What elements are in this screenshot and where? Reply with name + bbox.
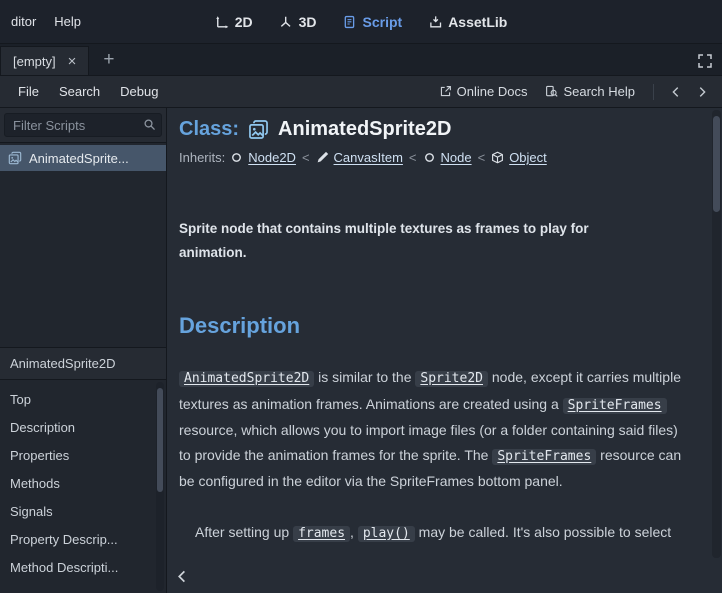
member-item-methods[interactable]: Methods: [0, 469, 166, 497]
workspace-2d-button[interactable]: 2D: [204, 8, 264, 36]
menu-help[interactable]: Help: [45, 8, 90, 35]
canvasitem-icon: [316, 151, 329, 164]
documentation-panel: Class: AnimatedSprite2D Inherits: Node2D…: [167, 108, 722, 593]
online-docs-label: Online Docs: [457, 84, 528, 99]
workspace-assetlib-button[interactable]: AssetLib: [417, 8, 518, 36]
menu-debug[interactable]: Debug: [110, 79, 168, 104]
script-tab-bar: [empty] × +: [0, 44, 722, 76]
menu-file[interactable]: File: [8, 79, 49, 104]
doc-text: may be called. It's also possible to sel…: [415, 524, 671, 540]
script-icon: [343, 15, 357, 29]
inherits-row: Inherits: Node2D < CanvasItem < Node <: [179, 150, 692, 165]
inherits-link-canvasitem[interactable]: CanvasItem: [334, 150, 403, 165]
distraction-free-button[interactable]: [696, 52, 714, 70]
menu-search[interactable]: Search: [49, 79, 110, 104]
code-link-spriteframes[interactable]: SpriteFrames: [563, 398, 667, 414]
chevron-left-icon: [669, 85, 683, 99]
add-tab-button[interactable]: +: [95, 46, 122, 73]
class-brief-description: Sprite node that contains multiple textu…: [179, 217, 649, 265]
workspace-3d-button[interactable]: 3D: [268, 8, 328, 36]
filter-row: [0, 108, 166, 142]
inherits-separator: <: [408, 150, 418, 165]
members-scrollbar-thumb[interactable]: [157, 388, 163, 492]
script-editor-body: AnimatedSprite... AnimatedSprite2D Top D…: [0, 108, 722, 593]
member-item-properties[interactable]: Properties: [0, 441, 166, 469]
script-tab-empty[interactable]: [empty] ×: [0, 46, 89, 75]
search-help-button[interactable]: Search Help: [537, 80, 643, 103]
inherits-separator: <: [477, 150, 487, 165]
3d-axes-icon: [279, 15, 293, 29]
inherits-link-node[interactable]: Node: [441, 150, 472, 165]
history-forward-button[interactable]: [690, 82, 714, 102]
object-cube-icon: [491, 151, 504, 164]
history-back-button[interactable]: [664, 82, 688, 102]
workspace-script-label: Script: [363, 14, 403, 30]
members-panel-title: AnimatedSprite2D: [10, 356, 116, 371]
online-docs-button[interactable]: Online Docs: [431, 80, 536, 103]
doc-search-icon: [545, 85, 558, 98]
chevron-left-icon: [175, 569, 190, 584]
member-item-top[interactable]: Top: [0, 385, 166, 413]
workspace-3d-label: 3D: [299, 14, 317, 30]
assetlib-download-icon: [428, 15, 442, 29]
animated-sprite-frames-icon: [8, 151, 22, 165]
doc-scroll-region: Class: AnimatedSprite2D Inherits: Node2D…: [167, 108, 722, 560]
open-scripts-list: AnimatedSprite...: [0, 142, 166, 348]
member-item-signals[interactable]: Signals: [0, 497, 166, 525]
node2d-icon: [230, 151, 243, 164]
code-link-play[interactable]: play(): [358, 526, 415, 542]
script-tab-label: [empty]: [13, 54, 56, 69]
doc-scrollbar-thumb[interactable]: [713, 116, 720, 212]
animated-sprite2d-class-icon: [248, 119, 269, 140]
workspace-assetlib-label: AssetLib: [448, 14, 507, 30]
chevron-right-icon: [695, 85, 709, 99]
inherits-link-node2d[interactable]: Node2D: [248, 150, 296, 165]
description-paragraph: AnimatedSprite2D is similar to the Sprit…: [179, 365, 692, 494]
description-heading: Description: [179, 313, 692, 339]
divider: [653, 84, 654, 100]
inherits-link-object[interactable]: Object: [509, 150, 547, 165]
node-icon: [423, 151, 436, 164]
script-editor-menu-bar: File Search Debug Online Docs Search Hel…: [0, 76, 722, 108]
expand-icon: [697, 53, 713, 69]
members-panel-header: AnimatedSprite2D: [0, 348, 166, 380]
doc-text: is similar to the: [314, 369, 415, 385]
editor-top-bar: ditor Help 2D 3D Script AssetLib: [0, 0, 722, 44]
script-item-label: AnimatedSprite...: [29, 151, 129, 166]
member-item-description[interactable]: Description: [0, 413, 166, 441]
doc-text: After setting up: [195, 524, 293, 540]
inherits-label: Inherits:: [179, 150, 225, 165]
search-icon: [143, 118, 156, 131]
class-title-row: Class: AnimatedSprite2D: [179, 118, 692, 141]
class-name: AnimatedSprite2D: [278, 118, 451, 141]
top-menu-group: ditor Help: [0, 8, 90, 35]
code-link-frames[interactable]: frames: [293, 526, 350, 542]
workspace-2d-label: 2D: [235, 14, 253, 30]
code-link-animatedsprite2d[interactable]: AnimatedSprite2D: [179, 371, 314, 387]
search-help-label: Search Help: [563, 84, 635, 99]
menu-editor[interactable]: ditor: [2, 8, 45, 35]
code-link-sprite2d[interactable]: Sprite2D: [415, 371, 488, 387]
bottom-panel-bar: [167, 560, 722, 593]
doc-text: ,: [350, 524, 358, 540]
filter-scripts-input[interactable]: [4, 113, 162, 137]
class-label: Class:: [179, 118, 239, 141]
workspace-switcher: 2D 3D Script AssetLib: [204, 0, 519, 43]
expand-bottom-panel-button[interactable]: [171, 565, 194, 588]
members-list: Top Description Properties Methods Signa…: [0, 380, 166, 593]
scripts-sidebar: AnimatedSprite... AnimatedSprite2D Top D…: [0, 108, 167, 593]
external-link-icon: [439, 85, 452, 98]
member-item-method-descriptions[interactable]: Method Descripti...: [0, 553, 166, 581]
inherits-separator: <: [301, 150, 311, 165]
code-link-spriteframes[interactable]: SpriteFrames: [492, 449, 596, 465]
tab-close-icon[interactable]: ×: [66, 53, 79, 70]
member-item-property-descriptions[interactable]: Property Descrip...: [0, 525, 166, 553]
description-paragraph-2: After setting up frames, play() may be c…: [179, 520, 692, 547]
workspace-script-button[interactable]: Script: [332, 8, 414, 36]
2d-axes-icon: [215, 15, 229, 29]
script-list-item-animatedsprite2d[interactable]: AnimatedSprite...: [0, 145, 166, 171]
menu-bar-right-tools: Online Docs Search Help: [431, 80, 714, 103]
